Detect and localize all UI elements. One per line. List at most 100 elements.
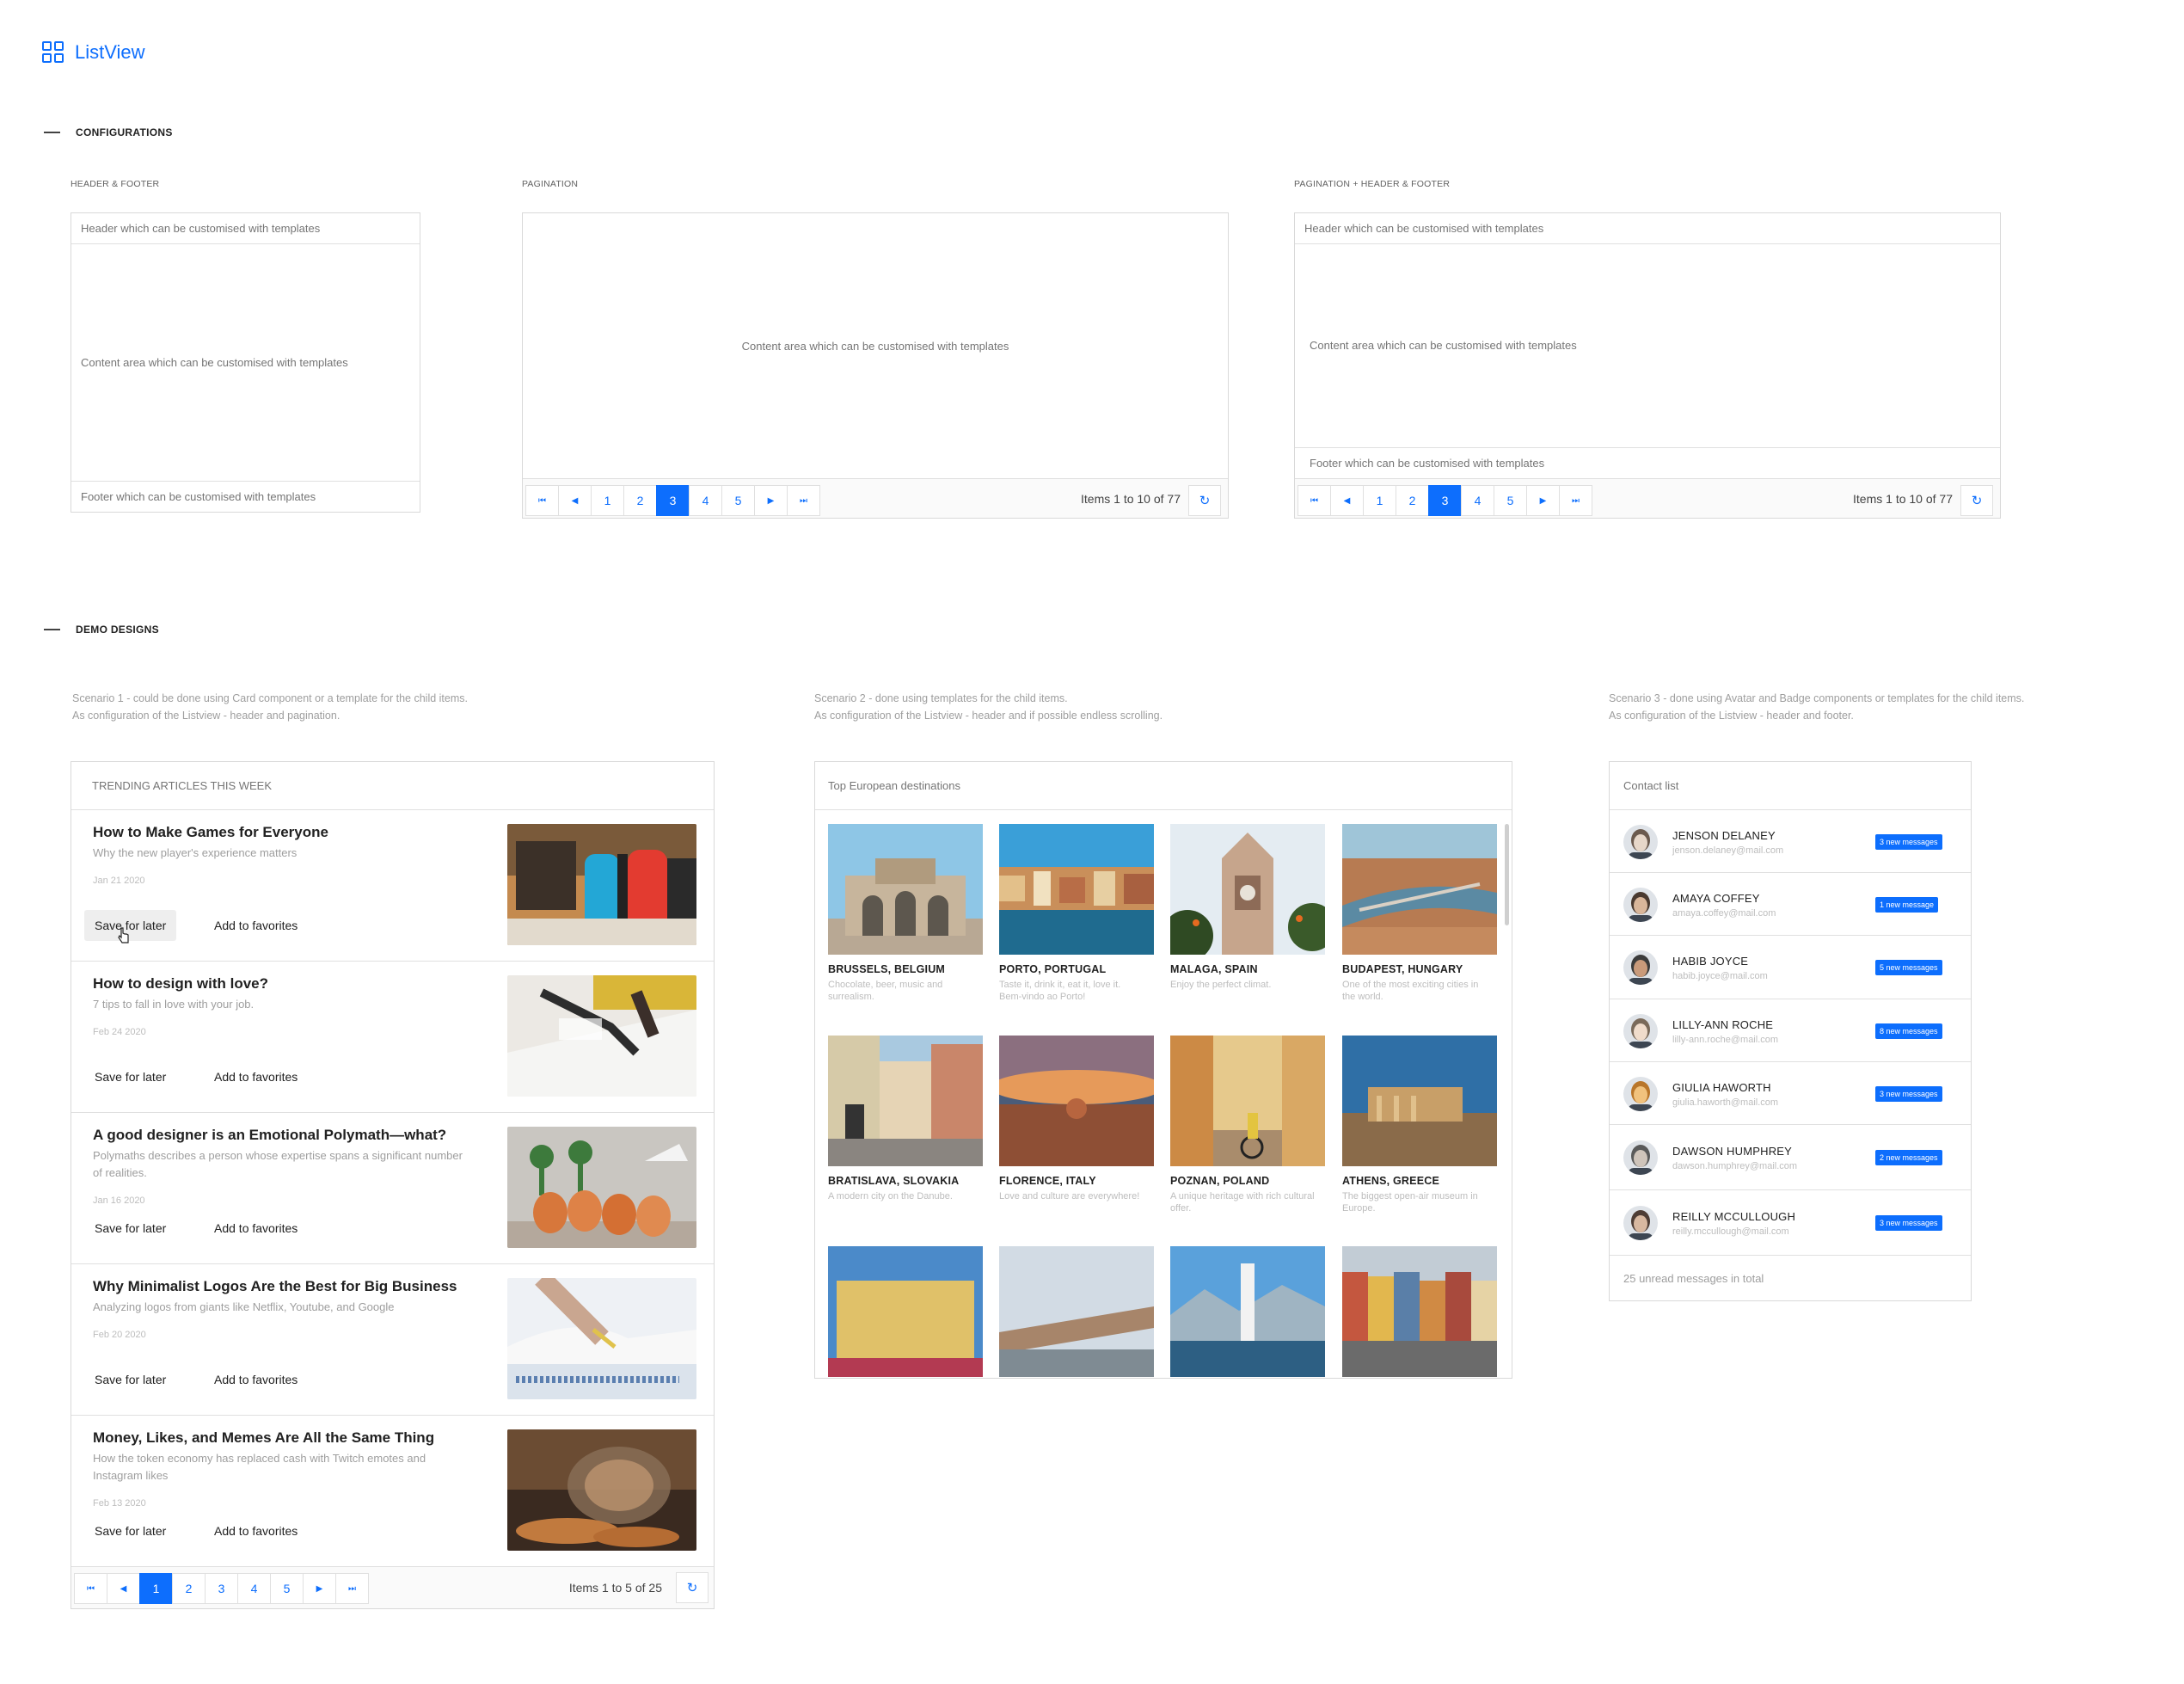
contact-item[interactable]: DAWSON HUMPHREY dawson.humphrey@mail.com 2…: [1610, 1125, 1971, 1190]
refresh-icon[interactable]: ↻: [1960, 485, 1993, 516]
article-title[interactable]: Money, Likes, and Memes Are All the Same…: [93, 1429, 471, 1447]
destination-description: Taste it, drink it, eat it, love it. Bem…: [999, 980, 1121, 1002]
contact-item[interactable]: REILLY MCCULLOUGH reilly.mccullough@mail.…: [1610, 1190, 1971, 1256]
dash-icon: [44, 132, 60, 133]
page-button[interactable]: 3: [656, 485, 690, 516]
article-item[interactable]: Money, Likes, and Memes Are All the Same…: [71, 1416, 714, 1568]
page-button[interactable]: 1: [139, 1573, 173, 1604]
destination-card[interactable]: BUDAPEST, HUNGARY One of the most exciti…: [1342, 824, 1497, 1003]
destination-image: [999, 1246, 1154, 1377]
listview-content: Content area which can be customised wit…: [1310, 338, 1577, 352]
add-to-favorites-button[interactable]: Add to favorites: [214, 1515, 298, 1546]
articles-listview: TRENDING ARTICLES THIS WEEK How to Make …: [71, 761, 715, 1609]
destination-card[interactable]: FLORENCE, ITALY Love and culture are eve…: [999, 1036, 1154, 1202]
contact-name: HABIB JOYCE: [1672, 955, 1749, 968]
last-page-icon[interactable]: ⏭: [335, 1573, 369, 1604]
status-badge: 5 new messages: [1875, 960, 1942, 975]
page-button[interactable]: 1: [591, 485, 624, 516]
destination-card[interactable]: [999, 1246, 1154, 1377]
destination-card[interactable]: BRUSSELS, BELGIUM Chocolate, beer, music…: [828, 824, 983, 1003]
contact-item[interactable]: LILLY-ANN ROCHE lilly-ann.roche@mail.com 8…: [1610, 999, 1971, 1062]
save-for-later-button[interactable]: Save for later: [84, 1213, 176, 1244]
prev-page-icon[interactable]: ◀: [558, 485, 592, 516]
page-button[interactable]: 2: [1396, 485, 1429, 516]
first-page-icon[interactable]: ⏮: [525, 485, 559, 516]
destinations-listview: Top European destinations BRUSSELS, BELG…: [814, 761, 1512, 1379]
destination-card[interactable]: BRATISLAVA, SLOVAKIA A modern city on th…: [828, 1036, 983, 1202]
add-to-favorites-button[interactable]: Add to favorites: [214, 1364, 298, 1395]
save-for-later-button[interactable]: Save for later: [84, 1061, 176, 1092]
contact-name: AMAYA COFFEY: [1672, 891, 1760, 905]
refresh-icon[interactable]: ↻: [1188, 485, 1221, 516]
first-page-icon[interactable]: ⏮: [74, 1573, 107, 1604]
article-item[interactable]: How to design with love? 7 tips to fall …: [71, 962, 714, 1113]
page-button[interactable]: 1: [1363, 485, 1396, 516]
destination-image: [828, 1036, 983, 1166]
status-badge: 8 new messages: [1875, 1023, 1942, 1039]
contact-item[interactable]: JENSON DELANEY jenson.delaney@mail.com 3 n…: [1610, 810, 1971, 873]
article-date: Feb 13 2020: [93, 1498, 146, 1509]
avatar: [1623, 1206, 1658, 1240]
destination-name: MALAGA, SPAIN: [1170, 963, 1258, 975]
next-page-icon[interactable]: ▶: [303, 1573, 336, 1604]
save-for-later-button[interactable]: Save for later: [84, 1515, 176, 1546]
config-label-hf: HEADER & FOOTER: [71, 179, 160, 189]
article-title[interactable]: Why Minimalist Logos Are the Best for Bi…: [93, 1278, 471, 1295]
prev-page-icon[interactable]: ◀: [1330, 485, 1364, 516]
add-to-favorites-button[interactable]: Add to favorites: [214, 1061, 298, 1092]
article-item[interactable]: Why Minimalist Logos Are the Best for Bi…: [71, 1264, 714, 1416]
destination-card[interactable]: POZNAN, POLAND A unique heritage with ri…: [1170, 1036, 1325, 1214]
last-page-icon[interactable]: ⏭: [787, 485, 820, 516]
pager-buttons: ⏮ ◀ 1 2 3 4 5 ▶ ⏭: [74, 1573, 369, 1604]
page-button[interactable]: 4: [237, 1573, 271, 1604]
destination-card[interactable]: MALAGA, SPAIN Enjoy the perfect climat.: [1170, 824, 1325, 991]
article-subtitle: Analyzing logos from giants like Netflix…: [93, 1300, 395, 1313]
destination-card[interactable]: ATHENS, GREECE The biggest open-air muse…: [1342, 1036, 1497, 1214]
destination-card[interactable]: [828, 1246, 983, 1377]
refresh-icon[interactable]: ↻: [676, 1572, 709, 1603]
destination-image: [1342, 1246, 1497, 1377]
listview-content: Content area which can be customised wit…: [741, 339, 1009, 353]
page-button[interactable]: 5: [721, 485, 755, 516]
save-for-later-button[interactable]: Save for later: [84, 1364, 176, 1395]
scrollbar[interactable]: [1505, 824, 1509, 925]
articles-header: TRENDING ARTICLES THIS WEEK: [71, 762, 714, 810]
page-button[interactable]: 5: [270, 1573, 304, 1604]
next-page-icon[interactable]: ▶: [754, 485, 788, 516]
article-image: [507, 824, 696, 945]
contact-name: LILLY-ANN ROCHE: [1672, 1017, 1774, 1031]
destination-card[interactable]: PORTO, PORTUGAL Taste it, drink it, eat …: [999, 824, 1154, 1003]
page-button[interactable]: 2: [172, 1573, 206, 1604]
article-title[interactable]: How to design with love?: [93, 975, 471, 993]
page-button[interactable]: 5: [1494, 485, 1527, 516]
prev-page-icon[interactable]: ◀: [107, 1573, 140, 1604]
save-for-later-button[interactable]: Save for later: [84, 910, 177, 941]
destination-card[interactable]: [1170, 1246, 1325, 1377]
description-line: Scenario 2 - done using templates for th…: [814, 692, 1068, 704]
contact-name: JENSON DELANEY: [1672, 828, 1776, 842]
first-page-icon[interactable]: ⏮: [1298, 485, 1331, 516]
contact-item[interactable]: HABIB JOYCE habib.joyce@mail.com 5 new mes…: [1610, 936, 1971, 999]
destination-card[interactable]: [1342, 1246, 1497, 1377]
page-button[interactable]: 3: [1428, 485, 1462, 516]
article-image: [507, 975, 696, 1097]
add-to-favorites-button[interactable]: Add to favorites: [214, 1213, 298, 1244]
article-title[interactable]: How to Make Games for Everyone: [93, 824, 471, 841]
page-button[interactable]: 2: [623, 485, 657, 516]
destination-description: Enjoy the perfect climat.: [1170, 980, 1272, 990]
contact-item[interactable]: AMAYA COFFEY amaya.coffey@mail.com 1 new m…: [1610, 873, 1971, 936]
contact-item[interactable]: GIULIA HAWORTH giulia.haworth@mail.com 3 n…: [1610, 1062, 1971, 1125]
contact-email: dawson.humphrey@mail.com: [1672, 1161, 1798, 1171]
add-to-favorites-button[interactable]: Add to favorites: [214, 910, 298, 941]
config-box-header-footer: Header which can be customised with temp…: [71, 212, 420, 513]
article-date: Jan 21 2020: [93, 876, 145, 886]
page-button[interactable]: 3: [205, 1573, 238, 1604]
destination-name: FLORENCE, ITALY: [999, 1175, 1096, 1187]
last-page-icon[interactable]: ⏭: [1559, 485, 1592, 516]
article-item[interactable]: A good designer is an Emotional Polymath…: [71, 1113, 714, 1264]
page-button[interactable]: 4: [1461, 485, 1494, 516]
article-title[interactable]: A good designer is an Emotional Polymath…: [93, 1127, 471, 1144]
next-page-icon[interactable]: ▶: [1526, 485, 1560, 516]
article-item[interactable]: How to Make Games for Everyone Why the n…: [71, 810, 714, 962]
page-button[interactable]: 4: [689, 485, 722, 516]
